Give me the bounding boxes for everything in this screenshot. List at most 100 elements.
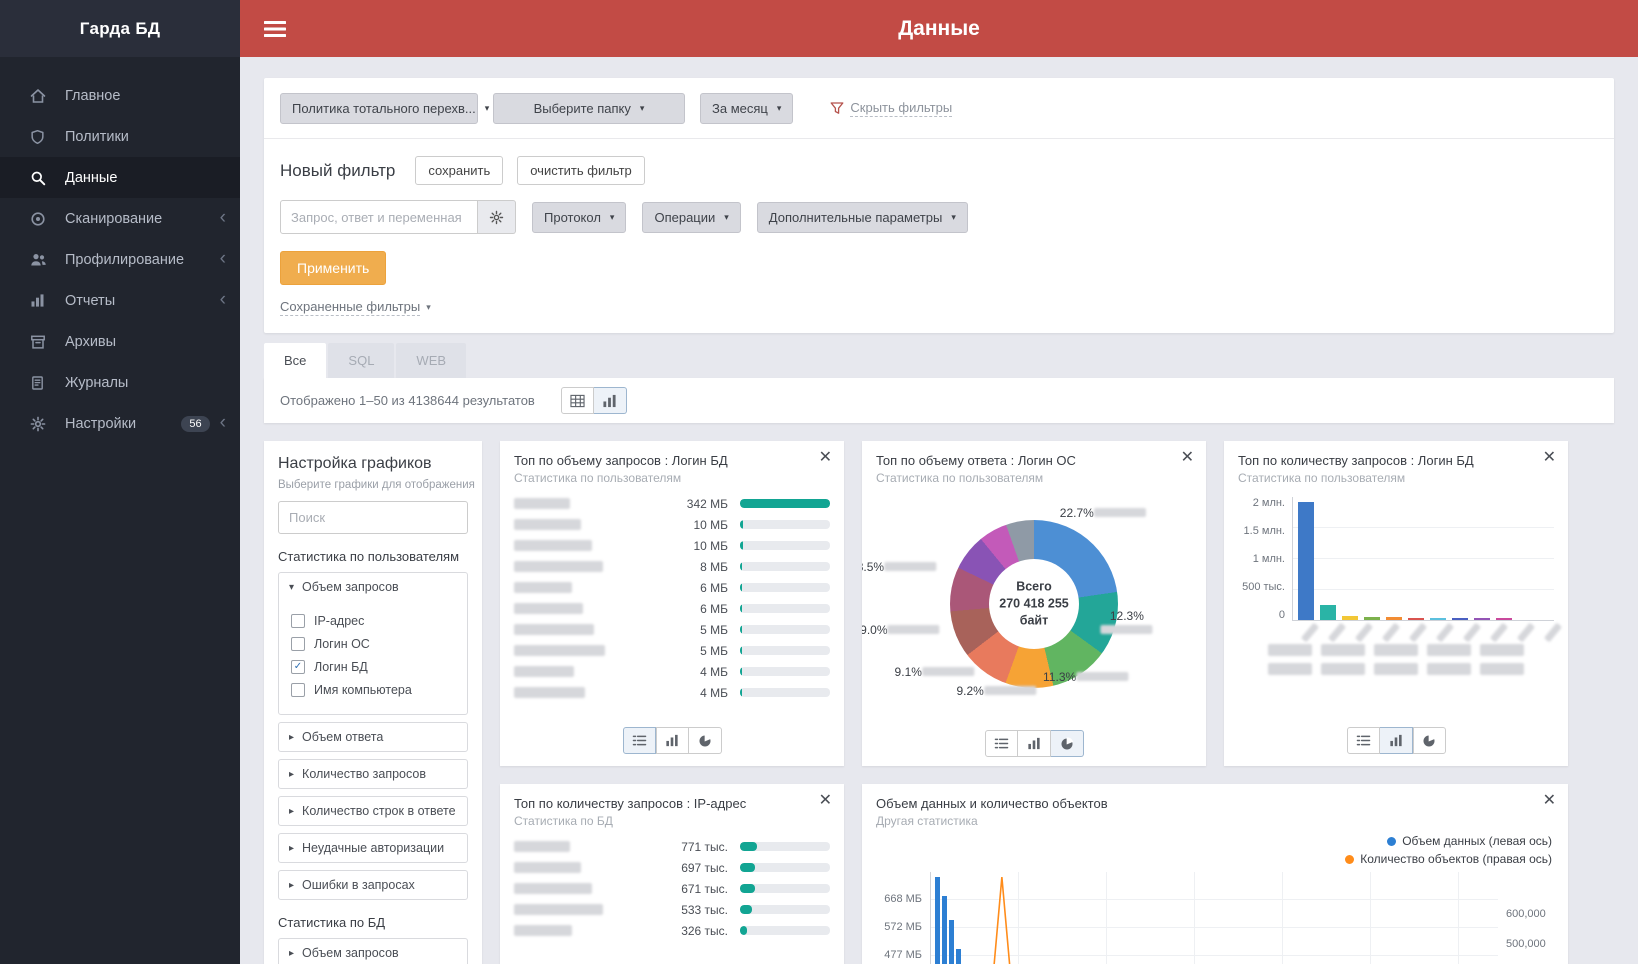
list-view-button[interactable] <box>622 727 656 754</box>
sidebar-item-label: Профилирование <box>65 251 185 268</box>
y-tick-label: 500,000 <box>1506 938 1546 950</box>
bar-track <box>740 583 830 592</box>
chart-option[interactable]: Имя компьютера <box>291 683 457 697</box>
sidebar-item-scan[interactable]: Сканирование ‹ <box>0 198 240 239</box>
chart-group-toggle[interactable]: ▸ Количество строк в ответе <box>279 797 467 825</box>
operations-dropdown[interactable]: Операции ▾ <box>642 201 741 233</box>
settings-count-badge: 56 <box>181 415 210 432</box>
checkbox[interactable]: ✓ <box>291 660 305 674</box>
sidebar-item-users[interactable]: Профилирование ‹ <box>0 239 240 280</box>
pie-slice-label: 9.1% <box>895 665 974 679</box>
chart-view-button[interactable] <box>593 387 627 414</box>
clear-filter-button[interactable]: очистить фильтр <box>517 156 645 185</box>
pie-view-button[interactable] <box>1412 727 1446 754</box>
chart-option[interactable]: ✓ Логин БД <box>291 660 457 674</box>
query-settings-button[interactable] <box>478 200 516 234</box>
bar-value: 4 МБ <box>700 685 728 700</box>
vertical-bar <box>1298 502 1314 620</box>
settings-search-input[interactable] <box>278 501 468 534</box>
shield-icon <box>30 129 54 145</box>
sidebar-item-home[interactable]: Главное <box>0 75 240 116</box>
checkbox[interactable] <box>291 614 305 628</box>
chart-option-label: Имя компьютера <box>314 683 412 697</box>
redacted-legend-item <box>1374 663 1418 675</box>
redacted-label <box>514 841 570 852</box>
chart-group-toggle[interactable]: ▸ Неудачные авторизации <box>279 834 467 862</box>
gear-icon <box>30 416 54 432</box>
app-logo-text: Гарда БД <box>79 18 161 38</box>
chart-title: Топ по количеству запросов : IP-адрес <box>514 796 747 811</box>
query-input[interactable] <box>280 200 478 234</box>
sidebar-item-label: Сканирование <box>65 210 163 227</box>
bar-row: 533 тыс. <box>514 899 830 920</box>
bar-track <box>740 688 830 697</box>
chart-option[interactable]: IP-адрес <box>291 614 457 628</box>
close-icon[interactable]: ✕ <box>1543 793 1556 809</box>
bar-view-button[interactable] <box>1379 727 1413 754</box>
hide-filters-link[interactable]: Скрыть фильтры <box>830 100 953 117</box>
y-axis-labels: 2 млн. 1.5 млн. 1 млн. 500 тыс. 0 <box>1238 497 1292 621</box>
bar-chart-icon <box>603 394 616 407</box>
bar-track <box>740 667 830 676</box>
redacted-legend-item <box>1480 663 1524 675</box>
bar-view-button[interactable] <box>655 727 689 754</box>
chart-title: Топ по объему запросов : Логин БД <box>514 453 728 468</box>
pie-view-button[interactable] <box>1050 730 1084 757</box>
chart-option[interactable]: Логин ОС <box>291 637 457 651</box>
tab-sql[interactable]: SQL <box>328 343 395 378</box>
extra-params-dropdown[interactable]: Дополнительные параметры ▾ <box>756 201 968 233</box>
sidebar-item-gear[interactable]: Настройки 56 ‹ <box>0 403 240 444</box>
sidebar-item-reports[interactable]: Отчеты ‹ <box>0 280 240 321</box>
period-dropdown[interactable]: За месяц ▾ <box>700 93 794 124</box>
redacted-label <box>887 624 940 634</box>
vertical-bar <box>1430 617 1446 620</box>
close-icon[interactable]: ✕ <box>819 793 832 809</box>
apply-button[interactable]: Применить <box>280 251 387 285</box>
tab-все[interactable]: Все <box>264 343 327 378</box>
bar-row: 342 МБ <box>514 493 830 514</box>
results-summary: Отображено 1–50 из 4138644 результатов <box>280 393 535 408</box>
chart-group-label: Ошибки в запросах <box>302 878 415 892</box>
saved-filters-link[interactable]: Сохраненные фильтры ▾ <box>280 299 431 316</box>
chart-subtitle: Статистика по БД <box>514 814 613 828</box>
bar-view-button[interactable] <box>1017 730 1051 757</box>
sidebar-item-journal[interactable]: Журналы <box>0 362 240 403</box>
redacted-label <box>884 561 937 571</box>
redacted-label <box>514 666 574 677</box>
table-view-button[interactable] <box>560 387 594 414</box>
chart-group-toggle[interactable]: ▾ Объем запросов <box>279 573 467 601</box>
chart-group-toggle[interactable]: ▸ Объем ответа <box>279 723 467 751</box>
tab-web[interactable]: WEB <box>396 343 467 378</box>
checkbox[interactable] <box>291 683 305 697</box>
bar-value: 10 МБ <box>693 538 728 553</box>
bar-row: 697 тыс. <box>514 857 830 878</box>
bar-row: 671 тыс. <box>514 878 830 899</box>
caret-down-icon: ▾ <box>426 302 431 312</box>
vertical-bar <box>1364 616 1380 620</box>
list-view-button[interactable] <box>984 730 1018 757</box>
folder-dropdown[interactable]: Выберите папку ▾ <box>493 93 685 124</box>
sidebar-item-search[interactable]: Данные <box>0 157 240 198</box>
close-icon[interactable]: ✕ <box>819 450 832 466</box>
hamburger-menu-icon[interactable] <box>264 20 290 38</box>
policy-dropdown[interactable]: Политика тотального перехв... ▾ <box>280 93 489 124</box>
protocol-dropdown[interactable]: Протокол ▾ <box>532 201 627 233</box>
chart5-legend: Объем данных (левая ось) Количество объек… <box>862 830 1568 872</box>
chart-subtitle: Статистика по пользователям <box>514 471 682 485</box>
caret-right-icon: ▸ <box>289 842 295 854</box>
chevron-left-icon: ‹ <box>219 289 226 310</box>
chart-group-label: Объем ответа <box>302 730 384 744</box>
checkbox[interactable] <box>291 637 305 651</box>
chart-group-toggle[interactable]: ▸ Количество запросов <box>279 760 467 788</box>
pie-view-button[interactable] <box>688 727 722 754</box>
close-icon[interactable]: ✕ <box>1543 450 1556 466</box>
list-view-button[interactable] <box>1346 727 1380 754</box>
sidebar-item-archive[interactable]: Архивы <box>0 321 240 362</box>
save-filter-button[interactable]: сохранить <box>415 156 504 185</box>
settings-subtitle: Выберите графики для отображения <box>278 479 475 491</box>
chart-group-toggle[interactable]: ▸ Объем запросов <box>279 939 467 964</box>
sidebar-item-shield[interactable]: Политики <box>0 116 240 157</box>
caret-down-icon: ▾ <box>951 211 956 222</box>
chart-group-toggle[interactable]: ▸ Ошибки в запросах <box>279 871 467 899</box>
close-icon[interactable]: ✕ <box>1181 450 1194 466</box>
